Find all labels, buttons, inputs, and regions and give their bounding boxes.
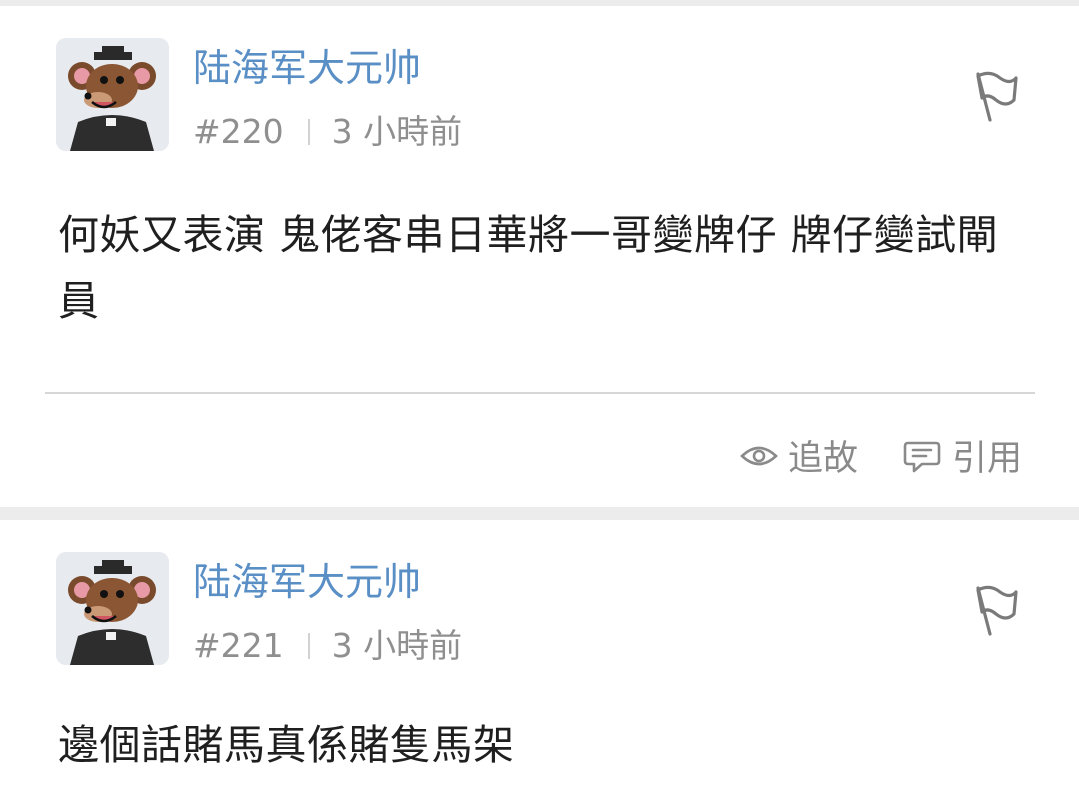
avatar[interactable] — [56, 552, 169, 665]
rat-avatar-icon — [56, 552, 169, 665]
eye-icon — [740, 446, 778, 465]
quote-button[interactable]: 引用 — [902, 430, 1022, 481]
flag-icon — [976, 71, 1018, 122]
post-username[interactable]: 陆海军大元帅 — [193, 558, 421, 606]
post-content: 邊個話賭馬真係賭隻馬架 — [58, 721, 515, 769]
post-meta: #221 3 小時前 — [193, 623, 462, 669]
post-number: #221 — [193, 626, 284, 665]
quote-label: 引用 — [951, 439, 1022, 479]
post-card: 陆海军大元帅 #220 3 小時前 何妖又表演 鬼佬客串日華將一哥變牌仔 牌仔變… — [0, 6, 1079, 507]
post-number: #220 — [193, 112, 284, 151]
meta-separator — [307, 119, 310, 145]
follow-label: 追故 — [787, 439, 858, 479]
rat-avatar-icon — [56, 38, 169, 151]
flag-icon — [976, 585, 1018, 636]
post-time: 3 小時前 — [331, 626, 463, 665]
quote-bubble-icon — [903, 441, 941, 472]
avatar[interactable] — [56, 38, 169, 151]
post-meta: #220 3 小時前 — [193, 109, 462, 155]
follow-button[interactable]: 追故 — [740, 430, 858, 481]
post-card: 陆海军大元帅 #221 3 小時前 邊個話賭馬真係賭隻馬架 — [0, 520, 1079, 787]
report-flag-button[interactable] — [970, 582, 1022, 638]
post-time: 3 小時前 — [331, 112, 463, 151]
post-actions: 追故 引用 — [740, 430, 1022, 481]
post-feed: 陆海军大元帅 #220 3 小時前 何妖又表演 鬼佬客串日華將一哥變牌仔 牌仔變… — [0, 0, 1079, 787]
post-content: 何妖又表演 鬼佬客串日華將一哥變牌仔 牌仔變試閘員 — [58, 211, 999, 325]
post-username[interactable]: 陆海军大元帅 — [193, 44, 421, 92]
report-flag-button[interactable] — [970, 68, 1022, 124]
divider — [45, 392, 1035, 394]
meta-separator — [307, 633, 310, 659]
